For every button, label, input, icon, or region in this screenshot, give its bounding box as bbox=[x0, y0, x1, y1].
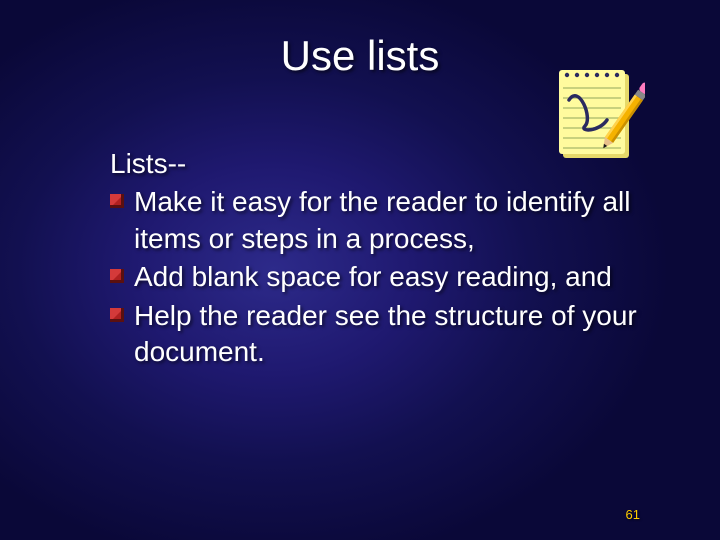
slide: Use lists bbox=[0, 0, 720, 540]
intro-text: Lists-- bbox=[110, 146, 650, 182]
list-item-text: Make it easy for the reader to identify … bbox=[134, 186, 630, 253]
list-item-text: Help the reader see the structure of you… bbox=[134, 300, 637, 367]
page-number: 61 bbox=[626, 507, 640, 522]
content-area: Lists-- Make it easy for the reader to i… bbox=[110, 146, 650, 372]
bullet-icon bbox=[110, 308, 124, 322]
list-item-text: Add blank space for easy reading, and bbox=[134, 261, 612, 292]
list-item: Make it easy for the reader to identify … bbox=[110, 184, 650, 257]
list-item: Add blank space for easy reading, and bbox=[110, 259, 650, 295]
bullet-icon bbox=[110, 194, 124, 208]
bullet-icon bbox=[110, 269, 124, 283]
list-item: Help the reader see the structure of you… bbox=[110, 298, 650, 371]
